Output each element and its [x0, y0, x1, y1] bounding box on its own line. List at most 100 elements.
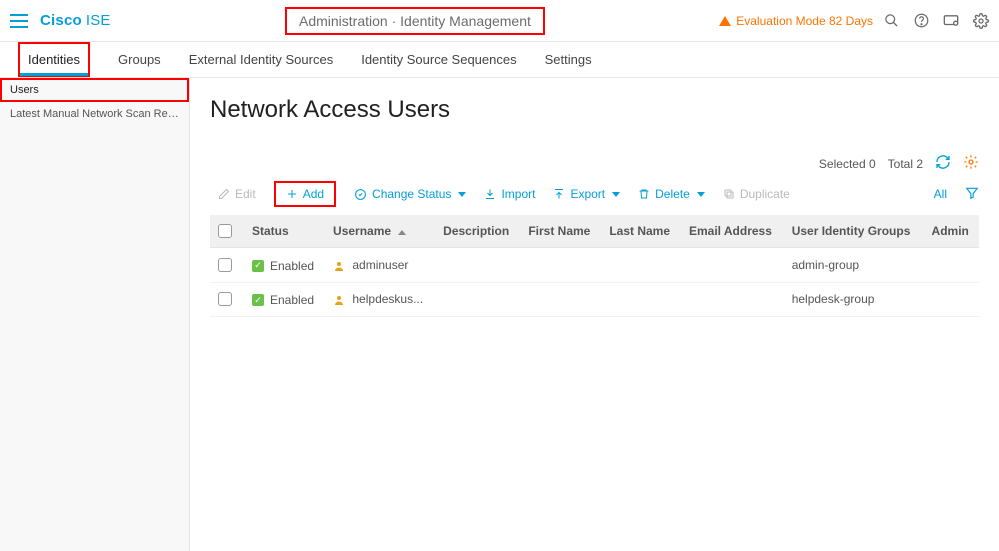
cell-username: adminuser — [325, 248, 435, 283]
action-label: Change Status — [372, 187, 451, 201]
tab-identity-source-sequences[interactable]: Identity Source Sequences — [361, 42, 516, 77]
table-settings-icon[interactable] — [963, 154, 979, 173]
duplicate-icon — [723, 188, 735, 200]
user-icon — [333, 260, 345, 272]
change-status-button[interactable]: Change Status — [354, 187, 466, 201]
tab-identities[interactable]: Identities — [18, 42, 90, 77]
col-admin[interactable]: Admin — [924, 215, 979, 248]
import-button[interactable]: Import — [484, 187, 535, 201]
export-button[interactable]: Export — [553, 187, 620, 201]
col-username[interactable]: Username — [325, 215, 435, 248]
table-header: Status Username Description First Name L… — [210, 215, 979, 248]
sidebar-item-label: Users — [10, 84, 39, 96]
export-icon — [553, 188, 565, 200]
filter-icon[interactable] — [965, 186, 979, 203]
pencil-icon — [218, 188, 230, 200]
breadcrumb-wrap: Administration · Identity Management — [111, 7, 720, 35]
help-icon[interactable] — [913, 13, 929, 29]
col-description[interactable]: Description — [435, 215, 520, 248]
table-body: ✓ Enabled adminuser admin-group — [210, 248, 979, 317]
tab-label: Groups — [118, 52, 161, 67]
warning-icon — [719, 16, 731, 26]
col-groups[interactable]: User Identity Groups — [784, 215, 924, 248]
tab-external-identity-sources[interactable]: External Identity Sources — [189, 42, 334, 77]
edit-button[interactable]: Edit — [218, 187, 256, 201]
cell-email — [681, 282, 784, 317]
import-icon — [484, 188, 496, 200]
col-last-name[interactable]: Last Name — [601, 215, 681, 248]
filter-label: All — [934, 187, 947, 201]
duplicate-button[interactable]: Duplicate — [723, 187, 790, 201]
username-text: adminuser — [352, 258, 408, 272]
tab-strip: Identities Groups External Identity Sour… — [0, 42, 999, 78]
add-button[interactable]: Add — [274, 181, 336, 207]
eval-mode-text: Evaluation Mode 82 Days — [736, 14, 873, 28]
row-checkbox[interactable] — [218, 258, 232, 272]
cell-last-name — [601, 282, 681, 317]
cell-username: helpdeskus... — [325, 282, 435, 317]
cell-first-name — [520, 248, 601, 283]
trash-icon — [638, 188, 650, 200]
enabled-icon: ✓ — [252, 260, 264, 272]
all-filter[interactable]: All — [934, 187, 951, 201]
cell-last-name — [601, 248, 681, 283]
tab-label: Identity Source Sequences — [361, 52, 516, 67]
settings-icon[interactable] — [973, 13, 989, 29]
cell-description — [435, 248, 520, 283]
cell-groups: helpdesk-group — [784, 282, 924, 317]
row-checkbox[interactable] — [218, 292, 232, 306]
filter-controls: All — [934, 186, 979, 203]
action-label: Edit — [235, 187, 256, 201]
header-icons — [883, 13, 989, 29]
top-header: CiscoISE Administration · Identity Manag… — [0, 0, 999, 42]
sidebar-item-latest-scan[interactable]: Latest Manual Network Scan Res... — [0, 102, 189, 126]
cell-status: ✓ Enabled — [244, 248, 325, 283]
tab-groups[interactable]: Groups — [118, 42, 161, 77]
action-label: Add — [303, 187, 324, 201]
action-label: Import — [501, 187, 535, 201]
search-icon[interactable] — [883, 13, 899, 29]
refresh-icon[interactable] — [935, 154, 951, 173]
col-email[interactable]: Email Address — [681, 215, 784, 248]
delete-button[interactable]: Delete — [638, 187, 705, 201]
tab-label: Settings — [545, 52, 592, 67]
col-checkbox — [210, 215, 244, 248]
chevron-down-icon — [458, 192, 466, 197]
sidebar: Users Latest Manual Network Scan Res... — [0, 78, 190, 551]
tab-label: External Identity Sources — [189, 52, 334, 67]
main: Network Access Users Selected 0 Total 2 … — [190, 78, 999, 551]
enabled-icon: ✓ — [252, 294, 264, 306]
hamburger-icon[interactable] — [10, 14, 28, 28]
table-row[interactable]: ✓ Enabled adminuser admin-group — [210, 248, 979, 283]
total-count: Total 2 — [888, 157, 923, 171]
user-icon — [333, 294, 345, 306]
brand-name: Cisco — [40, 12, 82, 29]
tab-label: Identities — [28, 52, 80, 67]
ops-icon[interactable] — [943, 13, 959, 29]
status-text: Enabled — [270, 293, 314, 307]
cell-admin — [924, 248, 979, 283]
breadcrumb: Administration · Identity Management — [285, 7, 545, 35]
cell-email — [681, 248, 784, 283]
col-status[interactable]: Status — [244, 215, 325, 248]
table-row[interactable]: ✓ Enabled helpdeskus... helpdesk- — [210, 282, 979, 317]
cell-first-name — [520, 282, 601, 317]
chevron-down-icon — [612, 192, 620, 197]
plus-icon — [286, 188, 298, 200]
brand: CiscoISE — [40, 12, 111, 29]
cell-admin — [924, 282, 979, 317]
username-text: helpdeskus... — [352, 292, 423, 306]
select-all-checkbox[interactable] — [218, 224, 232, 238]
tab-settings[interactable]: Settings — [545, 42, 592, 77]
selected-count: Selected 0 — [819, 157, 876, 171]
eval-mode-badge[interactable]: Evaluation Mode 82 Days — [719, 14, 873, 28]
product-name: ISE — [86, 12, 111, 29]
col-first-name[interactable]: First Name — [520, 215, 601, 248]
summary-row: Selected 0 Total 2 — [210, 154, 979, 173]
status-icon — [354, 188, 367, 201]
action-label: Delete — [655, 187, 690, 201]
status-text: Enabled — [270, 259, 314, 273]
cell-description — [435, 282, 520, 317]
sidebar-item-users[interactable]: Users — [0, 78, 189, 102]
users-table: Status Username Description First Name L… — [210, 215, 979, 317]
